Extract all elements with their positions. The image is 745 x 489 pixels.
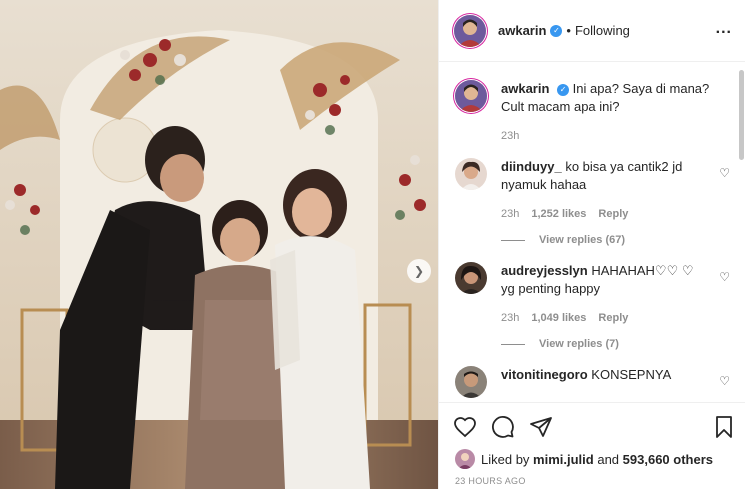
post-actions: Liked by mimi.julid and 593,660 others 2… xyxy=(439,402,745,489)
liker-avatar[interactable] xyxy=(455,449,475,469)
header-separator: • xyxy=(566,23,571,38)
avatar-image xyxy=(455,158,487,190)
replies-divider-line xyxy=(501,239,525,241)
caption-avatar[interactable] xyxy=(455,80,487,112)
comments-scrollbar[interactable] xyxy=(739,70,744,160)
view-replies-label: View replies (67) xyxy=(539,234,626,246)
share-icon[interactable] xyxy=(529,415,553,439)
caption: awkarin ✓ Ini apa? Saya di mana? Cult ma… xyxy=(455,80,730,116)
comment-like-heart-icon[interactable]: ♡ xyxy=(719,166,730,180)
view-replies-label: View replies (7) xyxy=(539,338,619,350)
avatar-image xyxy=(454,14,486,47)
liked-by-row: Liked by mimi.julid and 593,660 others xyxy=(455,449,713,469)
comment-avatar[interactable] xyxy=(455,262,487,294)
comment-meta: 23h 1,252 likes Reply xyxy=(501,208,730,220)
post-photo[interactable]: ❯ xyxy=(0,0,438,489)
comment-avatar[interactable] xyxy=(455,366,487,398)
post-side-panel: awkarin ✓ • Following ... awkarin ✓ Ini … xyxy=(438,0,745,489)
liked-by-user[interactable]: mimi.julid xyxy=(533,452,594,467)
comment-item: audreyjesslyn HAHAHAH♡♡ ♡ yg penting hap… xyxy=(455,262,730,298)
comment-item: diinduyy_ ko bisa ya cantik2 jd nyamuk h… xyxy=(455,158,730,194)
avatar-image xyxy=(455,449,475,469)
replies-divider-line xyxy=(501,343,525,345)
reply-button[interactable]: Reply xyxy=(598,208,628,220)
comment-username[interactable]: diinduyy_ xyxy=(501,159,562,174)
comment-avatar[interactable] xyxy=(455,158,487,190)
comment-like-heart-icon[interactable]: ♡ xyxy=(719,374,730,388)
caption-text-block: awkarin ✓ Ini apa? Saya di mana? Cult ma… xyxy=(501,80,730,116)
author-avatar[interactable] xyxy=(454,14,486,47)
liked-by-prefix: Liked by xyxy=(481,451,530,467)
heart-icon[interactable] xyxy=(453,415,477,439)
more-options-icon[interactable]: ... xyxy=(716,20,732,38)
comment-username[interactable]: vitonitinegoro xyxy=(501,367,588,382)
author-username[interactable]: awkarin xyxy=(498,23,546,38)
view-replies-button[interactable]: View replies (67) xyxy=(501,234,730,246)
comments-section[interactable]: awkarin ✓ Ini apa? Saya di mana? Cult ma… xyxy=(439,62,745,402)
comment-time: 23h xyxy=(501,208,520,220)
avatar-image xyxy=(455,262,487,294)
reply-button[interactable]: Reply xyxy=(598,312,628,324)
liked-by-conjunction: and xyxy=(597,451,620,467)
comment-item: vitonitinegoro KONSEPNYA ♡ xyxy=(455,366,730,398)
action-icons xyxy=(453,415,553,439)
comment-username[interactable]: audreyjesslyn xyxy=(501,263,588,278)
comment-text: KONSEPNYA xyxy=(591,367,672,382)
caption-time: 23h xyxy=(501,130,520,142)
liked-by-others[interactable]: 593,660 others xyxy=(623,452,713,467)
caption-username[interactable]: awkarin xyxy=(501,81,549,96)
comment-likes-count[interactable]: 1,252 likes xyxy=(531,208,586,220)
view-replies-button[interactable]: View replies (7) xyxy=(501,338,730,350)
comment-text-block: diinduyy_ ko bisa ya cantik2 jd nyamuk h… xyxy=(501,158,701,194)
comment-like-heart-icon[interactable]: ♡ xyxy=(719,270,730,284)
chevron-right-icon: ❯ xyxy=(413,264,425,278)
next-photo-button[interactable]: ❯ xyxy=(407,259,431,283)
post-header: awkarin ✓ • Following ... xyxy=(439,0,745,62)
post-photo-illustration xyxy=(0,0,438,489)
avatar-image xyxy=(455,366,487,398)
comment-meta: 23h 1,049 likes Reply xyxy=(501,312,730,324)
verified-badge-icon: ✓ xyxy=(550,24,563,37)
bookmark-icon[interactable] xyxy=(712,415,736,439)
comment-icon[interactable] xyxy=(491,415,515,439)
comment-likes-count[interactable]: 1,049 likes xyxy=(531,312,586,324)
comment-time: 23h xyxy=(501,312,520,324)
comment-text-block: audreyjesslyn HAHAHAH♡♡ ♡ yg penting hap… xyxy=(501,262,701,298)
following-button[interactable]: Following xyxy=(575,23,630,38)
avatar-image xyxy=(455,80,487,112)
verified-badge-icon: ✓ xyxy=(557,83,570,96)
post-timestamp[interactable]: 23 HOURS AGO xyxy=(455,476,526,486)
comment-text-block: vitonitinegoro KONSEPNYA xyxy=(501,366,701,398)
